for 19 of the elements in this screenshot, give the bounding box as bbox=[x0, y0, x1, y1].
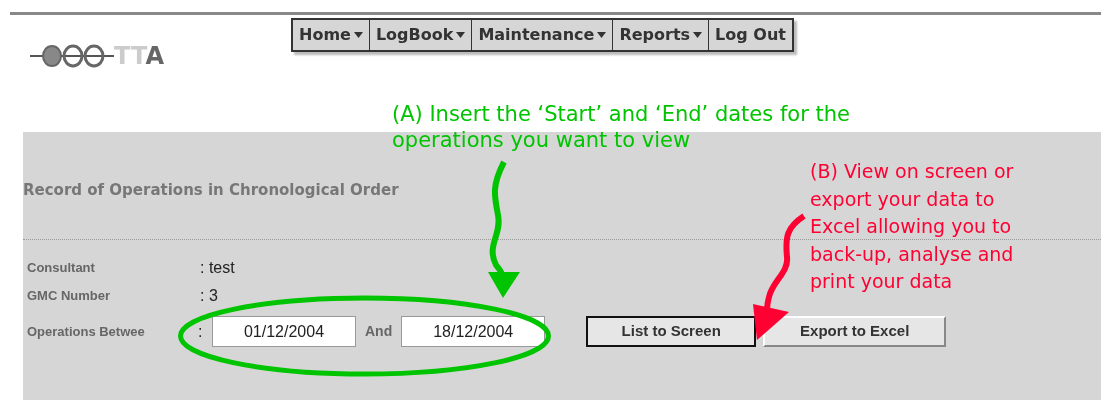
action-button[interactable]: List to Screen bbox=[586, 316, 757, 347]
field-value: : test bbox=[200, 258, 235, 278]
separator-text: : bbox=[197, 321, 204, 342]
field-label: Operations Betwee bbox=[27, 322, 146, 341]
menu-item[interactable]: Home bbox=[293, 20, 369, 50]
and-label: And bbox=[365, 322, 393, 341]
end-date-field[interactable]: 18/12/2004 bbox=[401, 316, 546, 347]
menu-item[interactable]: LogBook bbox=[368, 20, 472, 50]
start-date-field[interactable]: 01/12/2004 bbox=[212, 316, 356, 347]
menu-item[interactable]: Log Out bbox=[708, 20, 792, 50]
action-button[interactable]: Export to Excel bbox=[763, 316, 947, 347]
instruction-note: (A) Insert the ‘Start’ and ‘End’ dates for the operations you want to view bbox=[392, 101, 850, 153]
field-label: Consultant bbox=[27, 259, 96, 278]
field-label: GMC Number bbox=[27, 287, 112, 306]
menu-item[interactable]: Reports bbox=[612, 20, 709, 50]
field-value: : 3 bbox=[200, 286, 218, 306]
page-title: Record of Operations in Chronological Order bbox=[23, 180, 399, 202]
menu-item[interactable]: Maintenance bbox=[471, 20, 613, 50]
export-note: (B) View on screen or export your data to Excel allowing you to back-up, analyse and print your data bbox=[810, 159, 1014, 294]
